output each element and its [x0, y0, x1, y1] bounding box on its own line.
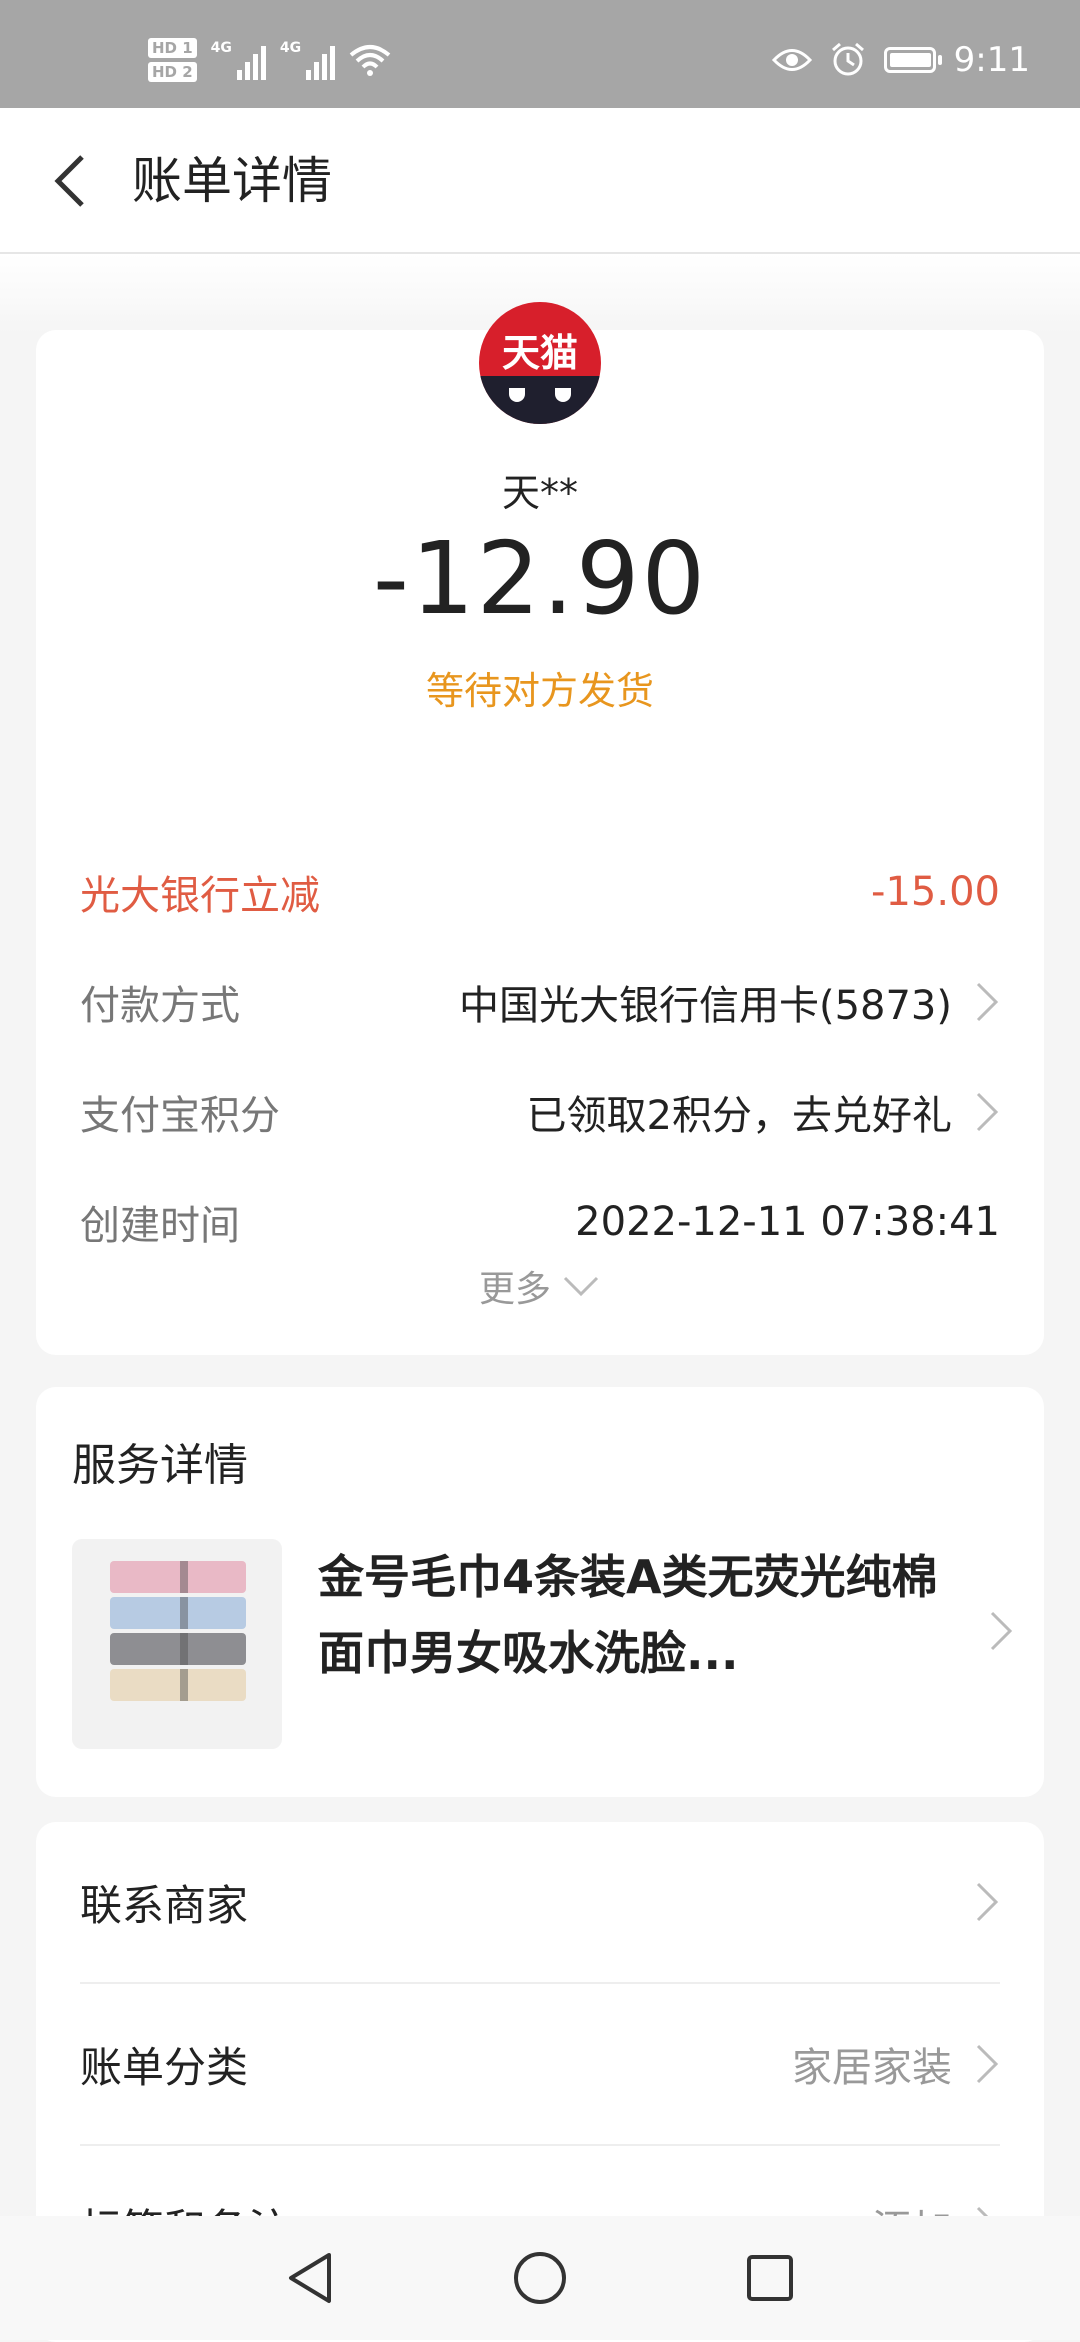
discount-row: 光大银行立减 -15.00 [80, 852, 1000, 932]
service-card: 服务详情 金号毛巾4条装A类无荧光纯棉面巾男女吸水洗脸... [36, 1387, 1044, 1797]
chevron-right-icon [976, 1092, 999, 1132]
created-time-row: 创建时间 2022-12-11 07:38:41 [80, 1182, 1000, 1262]
discount-label: 光大银行立减 [80, 873, 320, 919]
sim1-label: HD 1 [148, 38, 197, 58]
clock: 9:11 [953, 40, 1030, 80]
signal-icon: 4G [211, 40, 266, 80]
eye-icon [771, 49, 812, 71]
alarm-icon [831, 42, 864, 76]
amount: -12.90 [372, 520, 708, 637]
bill-category-row[interactable]: 账单分类 家居家装 [80, 1984, 1000, 2146]
payment-method-row[interactable]: 付款方式 中国光大银行信用卡(5873) [80, 962, 1000, 1042]
bill-summary-card: 天猫 天** -12.90 等待对方发货 光大银行立减 -15.00 付款方式 … [36, 302, 1044, 1355]
status-left: HD 1 HD 2 4G 4G [148, 30, 391, 90]
alipay-points-row[interactable]: 支付宝积分 已领取2积分，去兑好礼 [80, 1072, 1000, 1152]
sim-indicators: HD 1 HD 2 [148, 38, 197, 82]
logo-text: 天猫 [501, 331, 578, 375]
status-right: 9:11 [771, 30, 1030, 90]
sim2-label: HD 2 [148, 62, 197, 82]
wifi-icon [349, 45, 391, 76]
contact-label: 联系商家 [80, 1880, 249, 1930]
back-triangle-icon[interactable] [280, 2248, 340, 2308]
signal-icon-2: 4G [279, 40, 336, 80]
category-label: 账单分类 [80, 2042, 249, 2092]
home-circle-icon[interactable] [510, 2248, 570, 2308]
product-title[interactable]: 金号毛巾4条装A类无荧光纯棉面巾男女吸水洗脸... [318, 1539, 958, 1691]
chevron-right-icon[interactable] [988, 1609, 1014, 1653]
created-value: 2022-12-11 07:38:41 [575, 1199, 1000, 1245]
app-header: 账单详情 [0, 108, 1080, 254]
more-label: 更多 [478, 1269, 551, 1310]
product-image[interactable] [72, 1539, 282, 1749]
contact-merchant-row[interactable]: 联系商家 [80, 1822, 1000, 1984]
battery-level [889, 53, 932, 67]
recents-square-icon[interactable] [740, 2248, 800, 2308]
network2-label: 4G [279, 40, 302, 56]
merchant-logo: 天猫 [479, 302, 601, 424]
system-nav-bar [0, 2216, 1080, 2340]
cat-face-icon [479, 376, 601, 424]
more-button[interactable]: 更多 [36, 1260, 1044, 1312]
order-status: 等待对方发货 [425, 669, 654, 713]
category-value: 家居家装 [792, 2045, 952, 2091]
status-bar: HD 1 HD 2 4G 4G 9:11 [0, 0, 1080, 108]
battery-icon [883, 47, 942, 73]
network1-label: 4G [210, 40, 232, 56]
merchant-name: 天** [501, 471, 578, 515]
chevron-down-icon [563, 1276, 599, 1297]
discount-value: -15.00 [871, 869, 1000, 915]
points-value: 已领取2积分，去兑好礼 [526, 1093, 952, 1139]
points-label: 支付宝积分 [80, 1093, 280, 1139]
page-title: 账单详情 [132, 152, 332, 210]
payment-label: 付款方式 [80, 983, 240, 1029]
created-label: 创建时间 [80, 1203, 240, 1249]
payment-value: 中国光大银行信用卡(5873) [458, 983, 952, 1029]
chevron-left-icon[interactable] [40, 146, 100, 216]
chevron-right-icon [976, 982, 999, 1022]
chevron-right-icon [976, 1882, 999, 1922]
service-title: 服务详情 [72, 1440, 248, 1491]
chevron-right-icon [976, 2044, 999, 2084]
